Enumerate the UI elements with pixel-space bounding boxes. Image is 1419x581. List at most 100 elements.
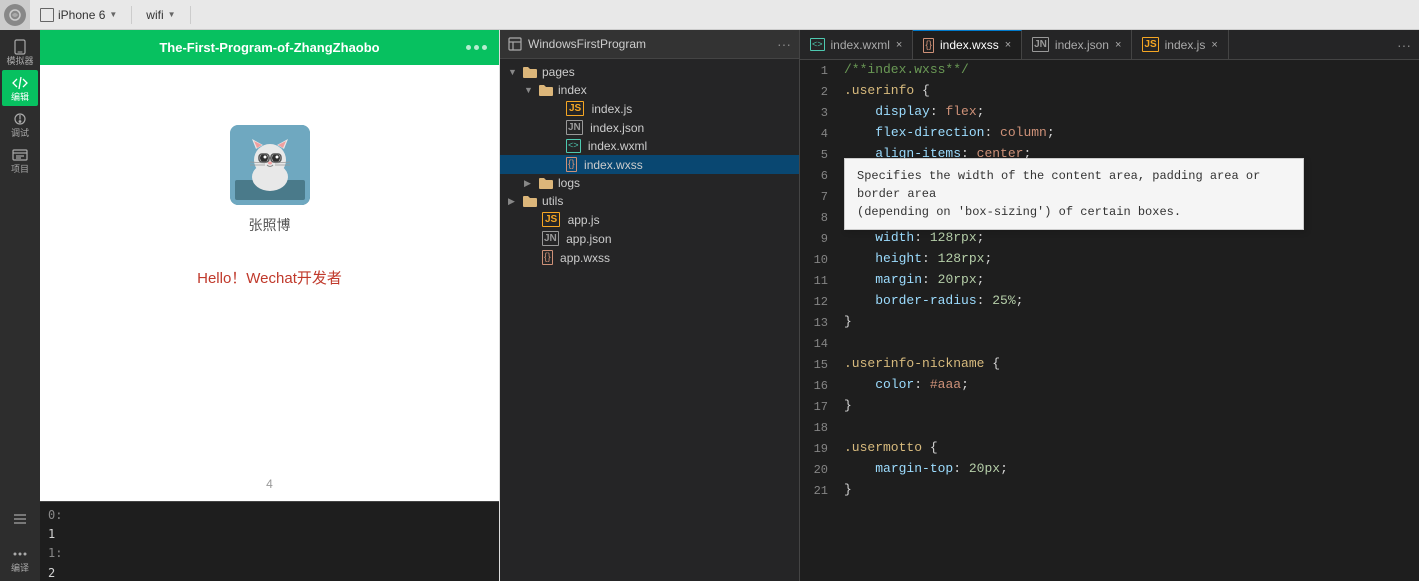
top-bar: iPhone 6 ▼ wifi ▼ xyxy=(0,0,1419,30)
simulator-label: 模拟器 xyxy=(6,57,33,66)
logo-circle xyxy=(4,4,26,26)
tab-wxss-icon: {} xyxy=(923,38,934,53)
code-line-3: 3 display: flex; xyxy=(800,102,1419,123)
line-num-19: 19 xyxy=(800,438,840,459)
line-content-2: .userinfo { xyxy=(840,81,1419,101)
tree-index-json[interactable]: JN index.json xyxy=(500,118,799,137)
sidebar-item-settings[interactable]: 编译 xyxy=(2,541,38,577)
tree-app-wxss[interactable]: {} app.wxss xyxy=(500,248,799,267)
tab-index-json[interactable]: JN index.json × xyxy=(1022,30,1132,60)
compile-label: 编译 xyxy=(11,564,29,573)
app-js-icon: JS xyxy=(542,212,560,227)
tree-index-js[interactable]: JS index.js xyxy=(500,99,799,118)
debug-icon xyxy=(12,111,28,127)
file-panel-menu[interactable]: ··· xyxy=(777,36,791,52)
log-label-1: 0: xyxy=(48,508,62,522)
tab-index-js[interactable]: JS index.js × xyxy=(1132,30,1228,60)
tooltip-box: Specifies the width of the content area,… xyxy=(844,158,1304,230)
code-line-19: 19 .usermotto { xyxy=(800,438,1419,459)
folder-icon xyxy=(522,65,538,79)
tab-js-icon: JS xyxy=(1142,37,1158,52)
sidebar-item-debug[interactable]: 调试 xyxy=(2,106,38,142)
code-line-20: 20 margin-top: 20px; xyxy=(800,459,1419,480)
tab-wxss-label: index.wxss xyxy=(940,38,999,52)
sidebar-item-simulator[interactable]: 模拟器 xyxy=(2,34,38,70)
tree-index-wxss[interactable]: {} index.wxss xyxy=(500,155,799,174)
phone-header: The-First-Program-of-ZhangZhaobo xyxy=(40,30,499,65)
phone-content: 张照博 Hello！Wechat开发者 4 xyxy=(40,65,499,501)
tab-js-close[interactable]: × xyxy=(1211,39,1217,51)
app-json-label: app.json xyxy=(563,232,612,246)
tree-logs-folder[interactable]: logs xyxy=(500,174,799,192)
app-js-label: app.js xyxy=(564,213,599,227)
line-content-13: } xyxy=(840,312,1419,332)
phone-bottom: 4 xyxy=(266,477,273,501)
line-num-4: 4 xyxy=(800,123,840,144)
line-content-10: height: 128rpx; xyxy=(840,249,1419,269)
tree-index-wxml[interactable]: <> index.wxml xyxy=(500,137,799,155)
tree-pages-folder[interactable]: pages xyxy=(500,63,799,81)
log-text-4: 2 xyxy=(48,566,55,580)
tab-js-label: index.js xyxy=(1165,38,1206,52)
line-num-9: 9 xyxy=(800,228,840,249)
log-line-1: 0: xyxy=(48,506,491,525)
file-panel: WindowsFirstProgram ··· pages index JS i… xyxy=(500,30,800,581)
index-arrow xyxy=(524,85,534,95)
phone-header-dots xyxy=(466,45,487,50)
code-line-4: 4 flex-direction: column; xyxy=(800,123,1419,144)
line-num-6: 6 xyxy=(800,165,840,186)
sidebar-item-project[interactable]: 项目 xyxy=(2,142,38,178)
line-num-18: 18 xyxy=(800,417,840,438)
tab-wxml-close[interactable]: × xyxy=(896,39,902,51)
line-content-15: .userinfo-nickname { xyxy=(840,354,1419,374)
code-line-14: 14 xyxy=(800,333,1419,354)
hello-text: Hello！Wechat开发者 xyxy=(197,267,342,288)
file-tree: pages index JS index.js JN index.json xyxy=(500,59,799,581)
sidebar-item-compile-bottom[interactable] xyxy=(2,501,38,537)
line-content-17: } xyxy=(840,396,1419,416)
line-num-5: 5 xyxy=(800,144,840,165)
app-wxss-label: app.wxss xyxy=(557,251,610,265)
avatar xyxy=(230,125,310,205)
page-number: 4 xyxy=(266,477,273,491)
tab-index-wxss[interactable]: {} index.wxss × xyxy=(913,30,1022,60)
folder-icon-logs xyxy=(538,176,554,190)
code-line-15: 15 .userinfo-nickname { xyxy=(800,354,1419,375)
line-content-9: width: 128rpx; xyxy=(840,228,1419,248)
index-json-label: index.json xyxy=(587,121,644,135)
code-line-2: 2 .userinfo { xyxy=(800,81,1419,102)
dot-icon xyxy=(12,546,28,562)
logs-label: logs xyxy=(558,176,580,190)
tree-app-js[interactable]: JS app.js xyxy=(500,210,799,229)
sidebar-item-editor[interactable]: 编辑 xyxy=(2,70,38,106)
line-content-3: display: flex; xyxy=(840,102,1419,122)
network-name: wifi xyxy=(146,8,163,22)
line-num-10: 10 xyxy=(800,249,840,270)
wxss-file-icon: {} xyxy=(566,157,577,172)
network-dropdown-arrow: ▼ xyxy=(168,10,176,19)
tab-overflow-menu[interactable]: ··· xyxy=(1389,37,1419,53)
network-selector[interactable]: wifi ▼ xyxy=(136,8,185,22)
tree-index-folder[interactable]: index xyxy=(500,81,799,99)
tab-json-close[interactable]: × xyxy=(1115,39,1121,51)
device-dropdown-arrow: ▼ xyxy=(109,10,117,19)
code-area[interactable]: Specifies the width of the content area,… xyxy=(800,60,1419,581)
app-json-icon: JN xyxy=(542,231,559,246)
device-selector[interactable]: iPhone 6 ▼ xyxy=(30,8,127,22)
tree-app-json[interactable]: JN app.json xyxy=(500,229,799,248)
line-num-16: 16 xyxy=(800,375,840,396)
code-line-1: 1 /**index.wxss**/ xyxy=(800,60,1419,81)
code-line-12: 12 border-radius: 25%; xyxy=(800,291,1419,312)
tab-bar: <> index.wxml × {} index.wxss × JN index… xyxy=(800,30,1419,60)
phone-square-icon xyxy=(40,8,54,22)
tab-index-wxml[interactable]: <> index.wxml × xyxy=(800,30,913,60)
dot-2 xyxy=(474,45,479,50)
tooltip-text-1: Specifies the width of the content area,… xyxy=(857,169,1260,201)
avatar-inner xyxy=(230,125,310,205)
tree-utils-folder[interactable]: utils xyxy=(500,192,799,210)
index-wxss-label: index.wxss xyxy=(581,158,643,172)
tab-json-label: index.json xyxy=(1055,38,1109,52)
index-label: index xyxy=(558,83,587,97)
tab-wxss-close[interactable]: × xyxy=(1005,39,1011,51)
line-num-1: 1 xyxy=(800,60,840,81)
